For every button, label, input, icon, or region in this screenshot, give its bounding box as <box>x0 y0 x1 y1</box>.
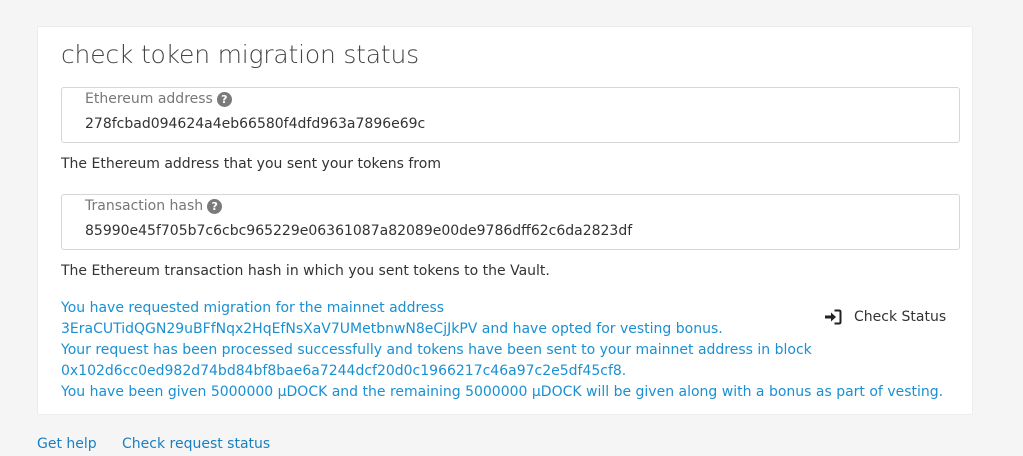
migration-status-card: check token migration status Ethereum ad… <box>37 26 973 415</box>
ethereum-address-field[interactable]: Ethereum address ? 278fcbad094624a4eb665… <box>61 87 960 143</box>
status-line: You have requested migration for the mai… <box>61 300 445 316</box>
status-line: 3EraCUTidQGN29uBFfNqx2HqEfNsXaV7UMetbnwN… <box>61 321 723 337</box>
check-status-button[interactable]: Check Status <box>816 304 954 330</box>
ethereum-address-helper: The Ethereum address that you sent your … <box>61 156 441 172</box>
question-circle-icon[interactable]: ? <box>216 91 232 107</box>
check-request-status-link[interactable]: Check request status <box>122 436 270 452</box>
status-line: Your request has been processed successf… <box>61 342 812 358</box>
transaction-hash-helper: The Ethereum transaction hash in which y… <box>61 263 550 279</box>
ethereum-address-value[interactable]: 278fcbad094624a4eb66580f4dfd963a7896e69c <box>85 116 425 132</box>
check-status-label: Check Status <box>854 309 947 325</box>
status-message: You have requested migration for the mai… <box>61 298 944 403</box>
status-line: You have been given 5000000 µDOCK and th… <box>61 384 944 400</box>
sign-in-icon <box>824 309 842 325</box>
transaction-hash-value[interactable]: 85990e45f705b7c6cbc965229e06361087a82089… <box>85 223 632 239</box>
page-title: check token migration status <box>61 40 419 69</box>
get-help-link[interactable]: Get help <box>37 436 97 452</box>
status-line: 0x102d6cc0ed982d74bd84bf8bae6a7244dcf20d… <box>61 363 627 379</box>
ethereum-address-label: Ethereum address ? <box>85 91 232 107</box>
transaction-hash-label: Transaction hash ? <box>85 198 223 214</box>
question-circle-icon[interactable]: ? <box>207 198 223 214</box>
transaction-hash-field[interactable]: Transaction hash ? 85990e45f705b7c6cbc96… <box>61 194 960 250</box>
